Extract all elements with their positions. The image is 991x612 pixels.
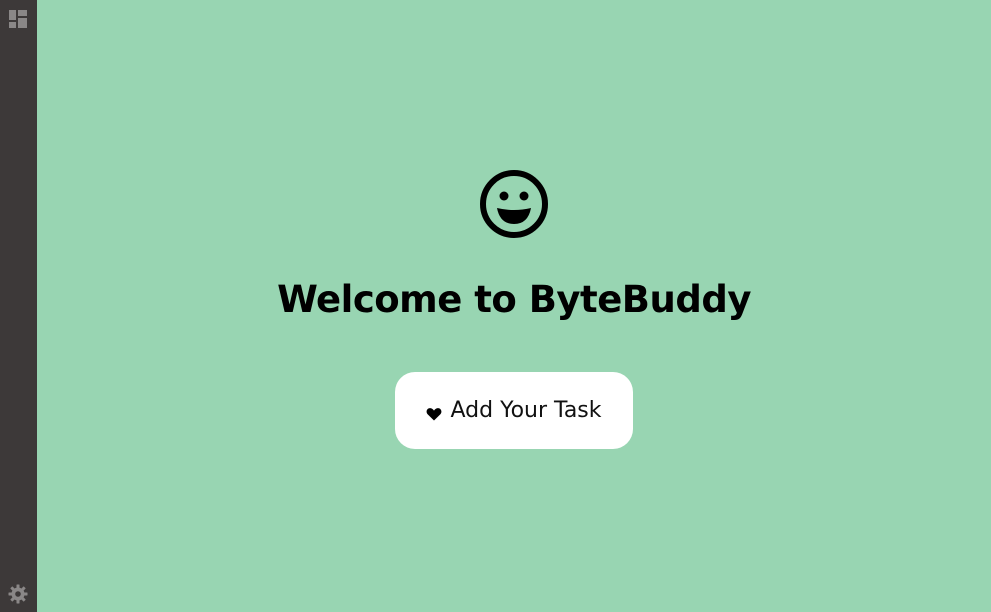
add-task-button[interactable]: Add Your Task [395,372,633,449]
dashboard-icon[interactable] [9,10,27,28]
add-task-button-label: Add Your Task [450,398,602,423]
page-title: Welcome to ByteBuddy [277,278,751,321]
main-content: Welcome to ByteBuddy Add Your Task [37,0,991,612]
gear-icon[interactable] [8,584,28,604]
smiley-icon [480,170,548,238]
sidebar [0,0,37,612]
heart-icon [427,407,442,420]
app-window: Welcome to ByteBuddy Add Your Task [0,0,991,612]
